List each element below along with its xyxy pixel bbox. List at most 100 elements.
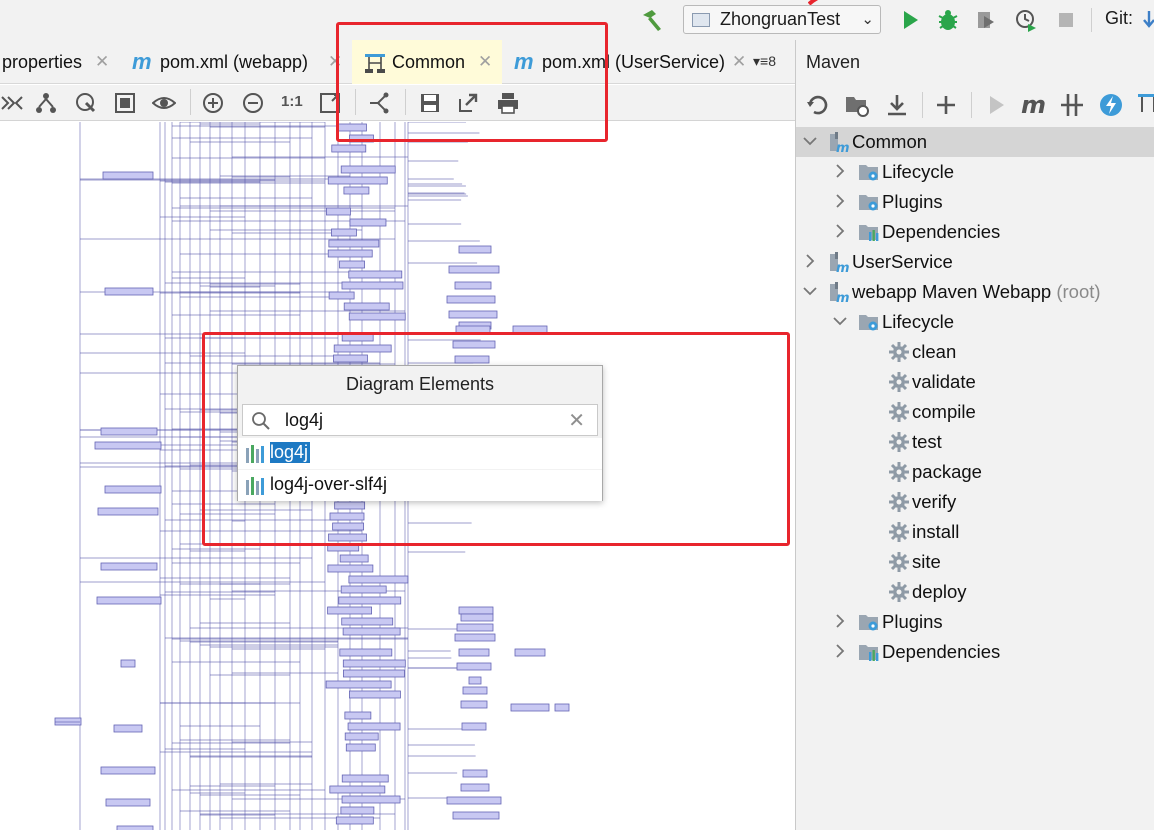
dependency-node[interactable] [454, 633, 496, 642]
tab-overflow-menu[interactable]: ▾≡8 [753, 53, 776, 70]
dependency-node[interactable] [327, 176, 388, 185]
dependency-node[interactable] [462, 769, 488, 778]
generate-sources-icon[interactable] [844, 92, 870, 118]
dependency-node[interactable] [458, 245, 492, 254]
dependency-node[interactable] [446, 796, 502, 805]
dependency-node[interactable] [333, 354, 368, 363]
tree-item-lifecycle[interactable]: Lifecycle [796, 307, 1154, 337]
fit-content-icon[interactable] [113, 91, 137, 115]
dependency-node[interactable] [113, 724, 143, 733]
dependency-node[interactable] [54, 717, 82, 726]
dependency-node[interactable] [325, 680, 392, 689]
dependency-node[interactable] [340, 165, 396, 174]
close-icon[interactable]: ✕ [732, 52, 746, 72]
dependency-node[interactable] [338, 596, 402, 605]
tab-properties[interactable]: properties ✕ [0, 40, 120, 84]
run-configuration-select[interactable]: ZhongruanTest ⌄ [683, 5, 881, 34]
execute-maven-goal-icon[interactable]: m [1020, 92, 1046, 118]
dependency-node[interactable] [328, 291, 355, 300]
fit-page-icon[interactable] [318, 91, 342, 115]
dependency-node[interactable] [452, 811, 500, 820]
dependency-node[interactable] [333, 344, 392, 353]
clear-search-icon[interactable]: ✕ [568, 408, 585, 433]
save-icon[interactable] [418, 91, 442, 115]
tree-item-common[interactable]: m Common [796, 127, 1154, 157]
dependency-node[interactable] [343, 302, 390, 311]
chevron-down-icon[interactable] [802, 283, 818, 299]
dependency-node[interactable] [341, 281, 404, 290]
apply-layout-icon[interactable] [74, 91, 98, 115]
tab-pom-webapp[interactable]: m pom.xml (webapp) ✕ [124, 40, 350, 84]
dependency-node[interactable] [460, 613, 494, 622]
dependency-node[interactable] [331, 144, 367, 153]
chevron-right-icon[interactable] [832, 613, 848, 629]
dependency-node[interactable] [327, 564, 374, 573]
tree-item-plugins[interactable]: Plugins [796, 187, 1154, 217]
dependency-node[interactable] [332, 522, 365, 531]
popup-result-log4j[interactable]: log4j [238, 438, 602, 469]
chevron-right-icon[interactable] [832, 163, 848, 179]
dependency-node[interactable] [468, 676, 482, 685]
chevron-right-icon[interactable] [832, 643, 848, 659]
chevron-down-icon[interactable] [802, 133, 818, 149]
actual-size-button[interactable]: 1:1 [281, 93, 303, 110]
dependency-node[interactable] [341, 333, 374, 342]
dependency-node[interactable] [446, 295, 496, 304]
dependency-node[interactable] [349, 690, 401, 699]
dependency-node[interactable] [452, 340, 496, 349]
dependency-node[interactable] [331, 228, 357, 237]
tree-item-dependencies[interactable]: Dependencies [796, 217, 1154, 247]
dependency-node[interactable] [104, 485, 162, 494]
dependency-node[interactable] [341, 617, 394, 626]
export-icon[interactable] [456, 91, 480, 115]
dependency-node[interactable] [105, 798, 151, 807]
dependency-node[interactable] [512, 325, 548, 334]
tree-item-clean[interactable]: clean [796, 337, 1154, 367]
dependency-node[interactable] [554, 703, 570, 712]
dependency-node[interactable] [340, 585, 387, 594]
dependency-node[interactable] [329, 512, 365, 521]
build-hammer-icon[interactable] [640, 8, 666, 32]
skip-tests-icon[interactable] [1098, 92, 1124, 118]
debug-icon[interactable] [936, 8, 960, 32]
dependency-node[interactable] [100, 427, 158, 436]
dependency-node[interactable] [338, 123, 367, 132]
dependency-node[interactable] [343, 669, 405, 678]
dependency-node[interactable] [349, 134, 374, 143]
dependency-node[interactable] [96, 596, 162, 605]
close-icon[interactable]: ✕ [328, 52, 342, 72]
dependency-node[interactable] [100, 562, 158, 571]
tree-item-test[interactable]: test [796, 427, 1154, 457]
profile-icon[interactable] [1014, 8, 1038, 32]
dependency-node[interactable] [348, 312, 406, 321]
download-icon[interactable] [884, 92, 910, 118]
zoom-in-icon[interactable] [201, 91, 225, 115]
show-visibility-icon[interactable] [152, 91, 176, 115]
dependency-node[interactable] [326, 207, 351, 216]
collapse-icon[interactable] [0, 91, 24, 115]
dependency-node[interactable] [342, 659, 406, 668]
dependency-node[interactable] [456, 662, 492, 671]
dependency-node[interactable] [344, 711, 372, 720]
dependency-node[interactable] [460, 700, 488, 709]
dependency-node[interactable] [97, 507, 159, 516]
chevron-right-icon[interactable] [832, 193, 848, 209]
close-icon[interactable]: ✕ [478, 52, 492, 72]
stop-icon[interactable] [1054, 8, 1078, 32]
toggle-offline-icon[interactable] [1059, 92, 1085, 118]
dependency-node[interactable] [339, 260, 365, 269]
dependency-node[interactable] [104, 287, 154, 296]
dependency-node[interactable] [329, 785, 386, 794]
dependency-node[interactable] [348, 270, 403, 279]
dependency-node[interactable] [454, 355, 490, 364]
chevron-right-icon[interactable] [802, 253, 818, 269]
dependency-node[interactable] [460, 783, 490, 792]
dependency-node[interactable] [327, 606, 372, 615]
close-icon[interactable]: ✕ [95, 52, 109, 72]
dependency-node[interactable] [345, 743, 376, 752]
hierarchic-layout-icon[interactable] [34, 91, 58, 115]
dependency-node[interactable] [116, 825, 154, 830]
add-icon[interactable] [933, 92, 959, 118]
dependency-node[interactable] [341, 795, 401, 804]
dependency-node[interactable] [102, 171, 154, 180]
